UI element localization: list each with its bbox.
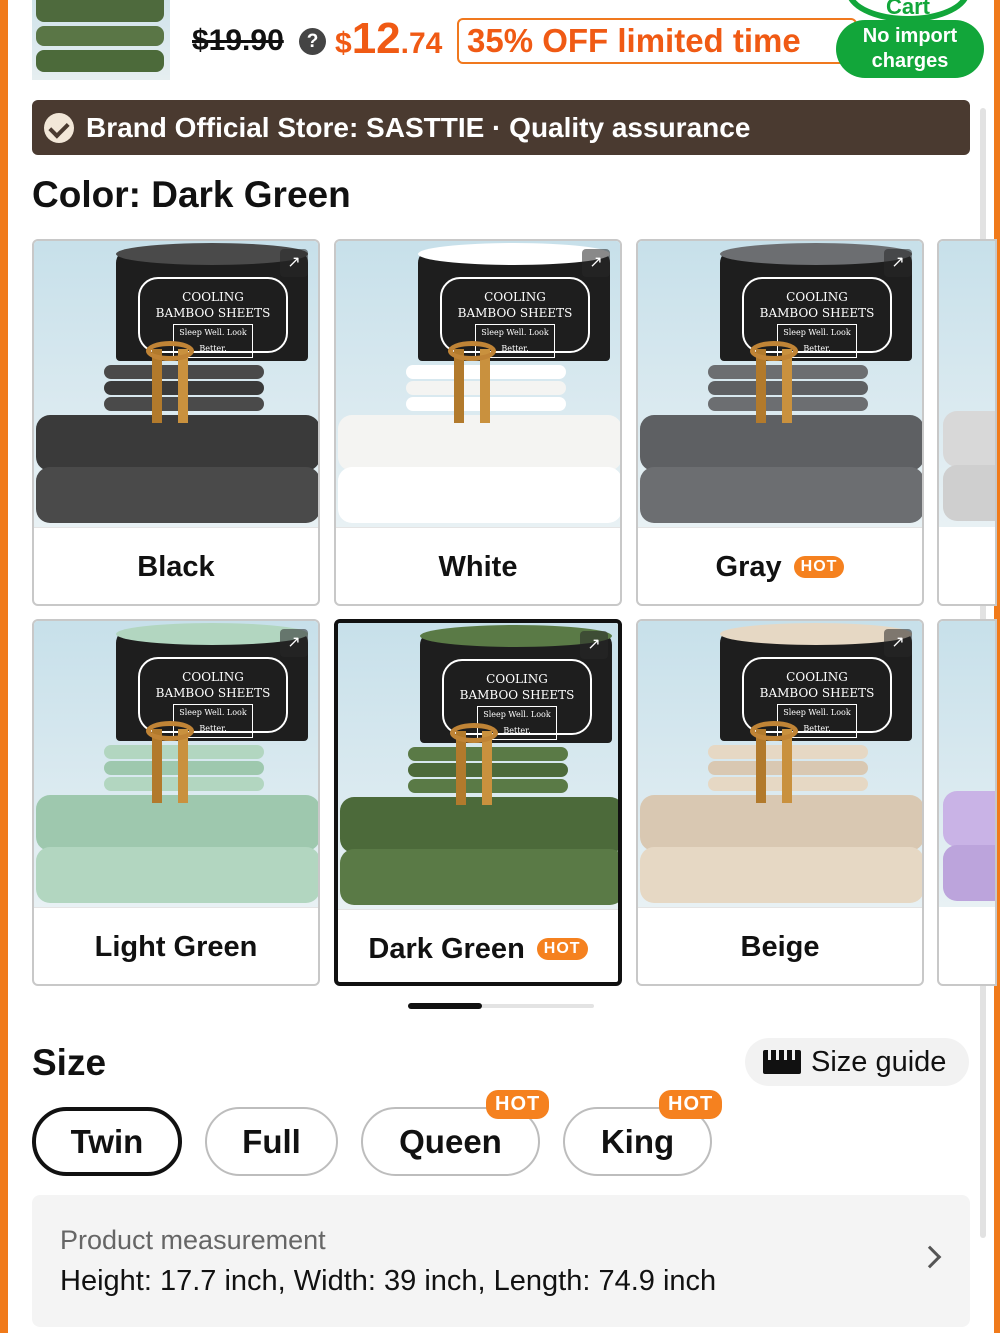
product-photo: COOLING BAMBOO SHEETS Sleep Well. Look Bet… xyxy=(638,241,922,527)
brand-banner-text: Brand Official Store: SASTTIE · Quality … xyxy=(86,111,751,143)
color-heading: Color: Dark Green xyxy=(32,174,351,215)
package-label-line1: COOLING xyxy=(484,290,546,304)
sale-price: $12.74 xyxy=(335,14,443,63)
package-label-line2: BAMBOO SHEETS xyxy=(155,306,271,320)
size-heading: Size xyxy=(32,1042,107,1083)
chevron-right-icon xyxy=(918,1245,942,1269)
package-label-line2: BAMBOO SHEETS xyxy=(759,686,875,700)
color-option-label: Beige xyxy=(638,907,922,984)
color-option-label: Gray HOT xyxy=(638,527,922,604)
color-option-dark-green[interactable]: COOLING BAMBOO SHEETS Sleep Well. Look Bet… xyxy=(334,619,622,986)
expand-icon[interactable]: ↗ xyxy=(582,249,610,277)
package-label-line1: COOLING xyxy=(786,670,848,684)
expand-icon[interactable]: ↗ xyxy=(280,629,308,657)
color-option-beige[interactable]: COOLING BAMBOO SHEETS Sleep Well. Look Bet… xyxy=(636,619,924,986)
product-photo: COOLING BAMBOO SHEETS Sleep Well. Look Bet… xyxy=(34,241,318,527)
no-import-charges-badge: No import charges xyxy=(836,20,984,78)
package-label-line1: COOLING xyxy=(786,290,848,304)
product-photo: COOLING BAMBOO SHEETS Sleep Well. Look Bet… xyxy=(34,621,318,907)
color-name: White xyxy=(438,550,518,583)
color-name: Black xyxy=(137,550,215,583)
size-guide-label: Size guide xyxy=(811,1045,947,1078)
hot-badge: HOT xyxy=(659,1090,723,1119)
size-guide-button[interactable]: Size guide xyxy=(745,1038,969,1086)
original-price: $19.90 xyxy=(192,24,284,57)
product-photo: COOLING BAMBOO SHEETS Sleep Well. Look Bet… xyxy=(336,241,620,527)
size-option-twin[interactable]: Twin xyxy=(32,1107,182,1176)
size-option-full[interactable]: Full xyxy=(205,1107,338,1176)
product-photo: COOLING BAMBOO SHEETS Sleep Well. Look Bet… xyxy=(338,623,618,909)
ruler-icon xyxy=(763,1050,801,1074)
package-label-line2: BAMBOO SHEETS xyxy=(759,306,875,320)
color-option-partial[interactable] xyxy=(937,239,997,606)
product-thumbnail[interactable] xyxy=(32,0,170,80)
package-label-line1: COOLING xyxy=(182,290,244,304)
package-label-line2: BAMBOO SHEETS xyxy=(457,306,573,320)
product-measurement-row[interactable]: Product measurement Height: 17.7 inch, W… xyxy=(32,1195,970,1327)
verified-badge-icon xyxy=(44,112,74,143)
package-label-line2: BAMBOO SHEETS xyxy=(459,688,575,702)
color-name: Light Green xyxy=(94,930,258,963)
color-option-white[interactable]: COOLING BAMBOO SHEETS Sleep Well. Look Bet… xyxy=(334,239,622,606)
expand-icon[interactable]: ↗ xyxy=(884,629,912,657)
product-photo: COOLING BAMBOO SHEETS Sleep Well. Look Bet… xyxy=(638,621,922,907)
help-icon[interactable]: ? xyxy=(299,28,326,55)
expand-icon[interactable]: ↗ xyxy=(884,249,912,277)
brand-official-store-banner[interactable]: Brand Official Store: SASTTIE · Quality … xyxy=(32,100,970,155)
cart-button[interactable]: Cart xyxy=(846,0,970,22)
carousel-indicator xyxy=(408,1003,482,1009)
hot-badge: HOT xyxy=(536,938,588,960)
color-option-label: White xyxy=(336,527,620,604)
expand-icon[interactable]: ↗ xyxy=(280,249,308,277)
expand-icon[interactable]: ↗ xyxy=(580,631,608,659)
color-option-black[interactable]: COOLING BAMBOO SHEETS Sleep Well. Look Bet… xyxy=(32,239,320,606)
hot-badge: HOT xyxy=(793,556,845,578)
color-name: Dark Green xyxy=(368,932,525,965)
package-label-line1: COOLING xyxy=(486,672,548,686)
color-option-light-green[interactable]: COOLING BAMBOO SHEETS Sleep Well. Look Bet… xyxy=(32,619,320,986)
color-name: Beige xyxy=(740,930,820,963)
package-label-line2: BAMBOO SHEETS xyxy=(155,686,271,700)
color-option-gray[interactable]: COOLING BAMBOO SHEETS Sleep Well. Look Bet… xyxy=(636,239,924,606)
discount-badge: 35% OFF limited time xyxy=(457,18,857,64)
color-option-label: Light Green xyxy=(34,907,318,984)
hot-badge: HOT xyxy=(486,1090,550,1119)
color-option-label: Dark Green HOT xyxy=(338,909,618,982)
measurement-value: Height: 17.7 inch, Width: 39 inch, Lengt… xyxy=(60,1265,717,1297)
color-option-label: Black xyxy=(34,527,318,604)
page-frame-left xyxy=(0,0,8,1333)
color-option-partial[interactable] xyxy=(937,619,997,986)
package-label-line1: COOLING xyxy=(182,670,244,684)
measurement-title: Product measurement xyxy=(60,1225,326,1255)
color-name: Gray xyxy=(715,550,782,583)
